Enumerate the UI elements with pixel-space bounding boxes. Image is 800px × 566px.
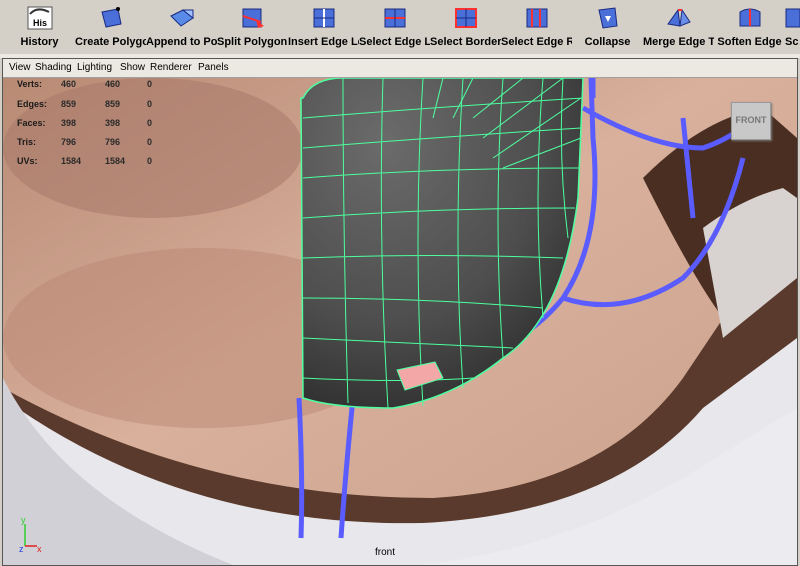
soften-edge-icon	[739, 8, 760, 27]
svg-text:z: z	[19, 544, 24, 554]
viewport-scene[interactable]	[3, 78, 797, 565]
shelf-label: Split Polygon Tool	[217, 36, 288, 48]
shelf-label: Insert Edge Loop Tool	[288, 36, 359, 48]
svg-text:x: x	[37, 544, 42, 554]
menu-renderer[interactable]: Renderer	[150, 62, 192, 73]
viewport-front[interactable]: Verts: 460 460 0 Edges: 859 859 0 Faces:…	[3, 78, 797, 565]
merge-edge-icon	[666, 8, 691, 27]
shelf-append-polygon-button[interactable]: Append to Polygon Tool	[146, 4, 217, 52]
shelf-label: History	[20, 36, 59, 48]
shelf-label: Select Border Edge	[430, 36, 501, 48]
shelf-split-polygon-button[interactable]: Split Polygon Tool	[217, 4, 288, 52]
shelf-select-border-edge-button[interactable]: Select Border Edge	[430, 4, 501, 52]
shelf-select-edge-ring-button[interactable]: Select Edge Ring	[501, 4, 572, 52]
shelf-insert-edge-loop-button[interactable]: Insert Edge Loop Tool	[288, 4, 359, 52]
hud-row-tris: Tris: 796 796 0	[17, 137, 153, 147]
select-edge-loop-icon	[384, 8, 405, 28]
svg-text:His: His	[32, 18, 46, 28]
shelf-label: Select Edge Loop	[359, 36, 430, 48]
hud-row-faces: Faces: 398 398 0	[17, 118, 153, 128]
shelf-label: Merge Edge Tool	[643, 36, 714, 48]
menu-view[interactable]: View	[9, 62, 31, 73]
sculpt-icon	[785, 8, 800, 28]
camera-name-label: front	[375, 547, 396, 558]
shelf-create-polygon-button[interactable]: Create Polygon Tool	[75, 4, 146, 52]
shelf-label: Soften Edge	[717, 36, 782, 48]
shelf: His History Create Polygon Tool Append t…	[0, 0, 800, 55]
menu-lighting[interactable]: Lighting	[77, 62, 112, 73]
panel-menu-bar: View Shading Lighting Show Renderer Pane…	[3, 59, 797, 78]
svg-text:y: y	[21, 515, 26, 525]
shelf-label: Create Polygon Tool	[75, 36, 146, 48]
shelf-history-button[interactable]: His History	[4, 4, 75, 52]
append-polygon-icon	[169, 9, 194, 27]
menu-shading[interactable]: Shading	[35, 62, 72, 73]
select-edge-ring-icon	[526, 8, 547, 28]
shelf-soften-edge-button[interactable]: Soften Edge	[714, 4, 785, 52]
menu-show[interactable]: Show	[120, 62, 145, 73]
view-cube-label: FRONT	[735, 115, 767, 125]
shelf-sculpt-button[interactable]: Sc	[785, 4, 800, 52]
shelf-label: Collapse	[584, 36, 631, 48]
shelf-merge-edge-button[interactable]: Merge Edge Tool	[643, 4, 714, 52]
shelf-label: Select Edge Ring	[501, 36, 572, 48]
shelf-collapse-button[interactable]: Collapse	[572, 4, 643, 52]
insert-edge-loop-icon	[313, 8, 334, 28]
menu-panels[interactable]: Panels	[198, 62, 229, 73]
view-cube[interactable]: FRONT	[731, 102, 771, 140]
hud-row-edges: Edges: 859 859 0	[17, 99, 153, 109]
history-icon: His	[27, 6, 52, 30]
select-border-edge-icon	[454, 8, 477, 28]
shelf-label: Append to Polygon Tool	[146, 36, 217, 48]
axis-indicator-icon: y z x	[19, 515, 42, 554]
create-polygon-icon	[100, 7, 122, 28]
shelf-select-edge-loop-button[interactable]: Select Edge Loop	[359, 4, 430, 52]
collapse-icon	[597, 7, 618, 29]
hud-row-uvs: UVs: 1584 1584 0	[17, 156, 153, 166]
split-polygon-icon	[242, 8, 264, 28]
hud-row-verts: Verts: 460 460 0	[17, 79, 153, 89]
shelf-label: Sc	[785, 36, 799, 48]
model-panel: View Shading Lighting Show Renderer Pane…	[2, 58, 798, 566]
